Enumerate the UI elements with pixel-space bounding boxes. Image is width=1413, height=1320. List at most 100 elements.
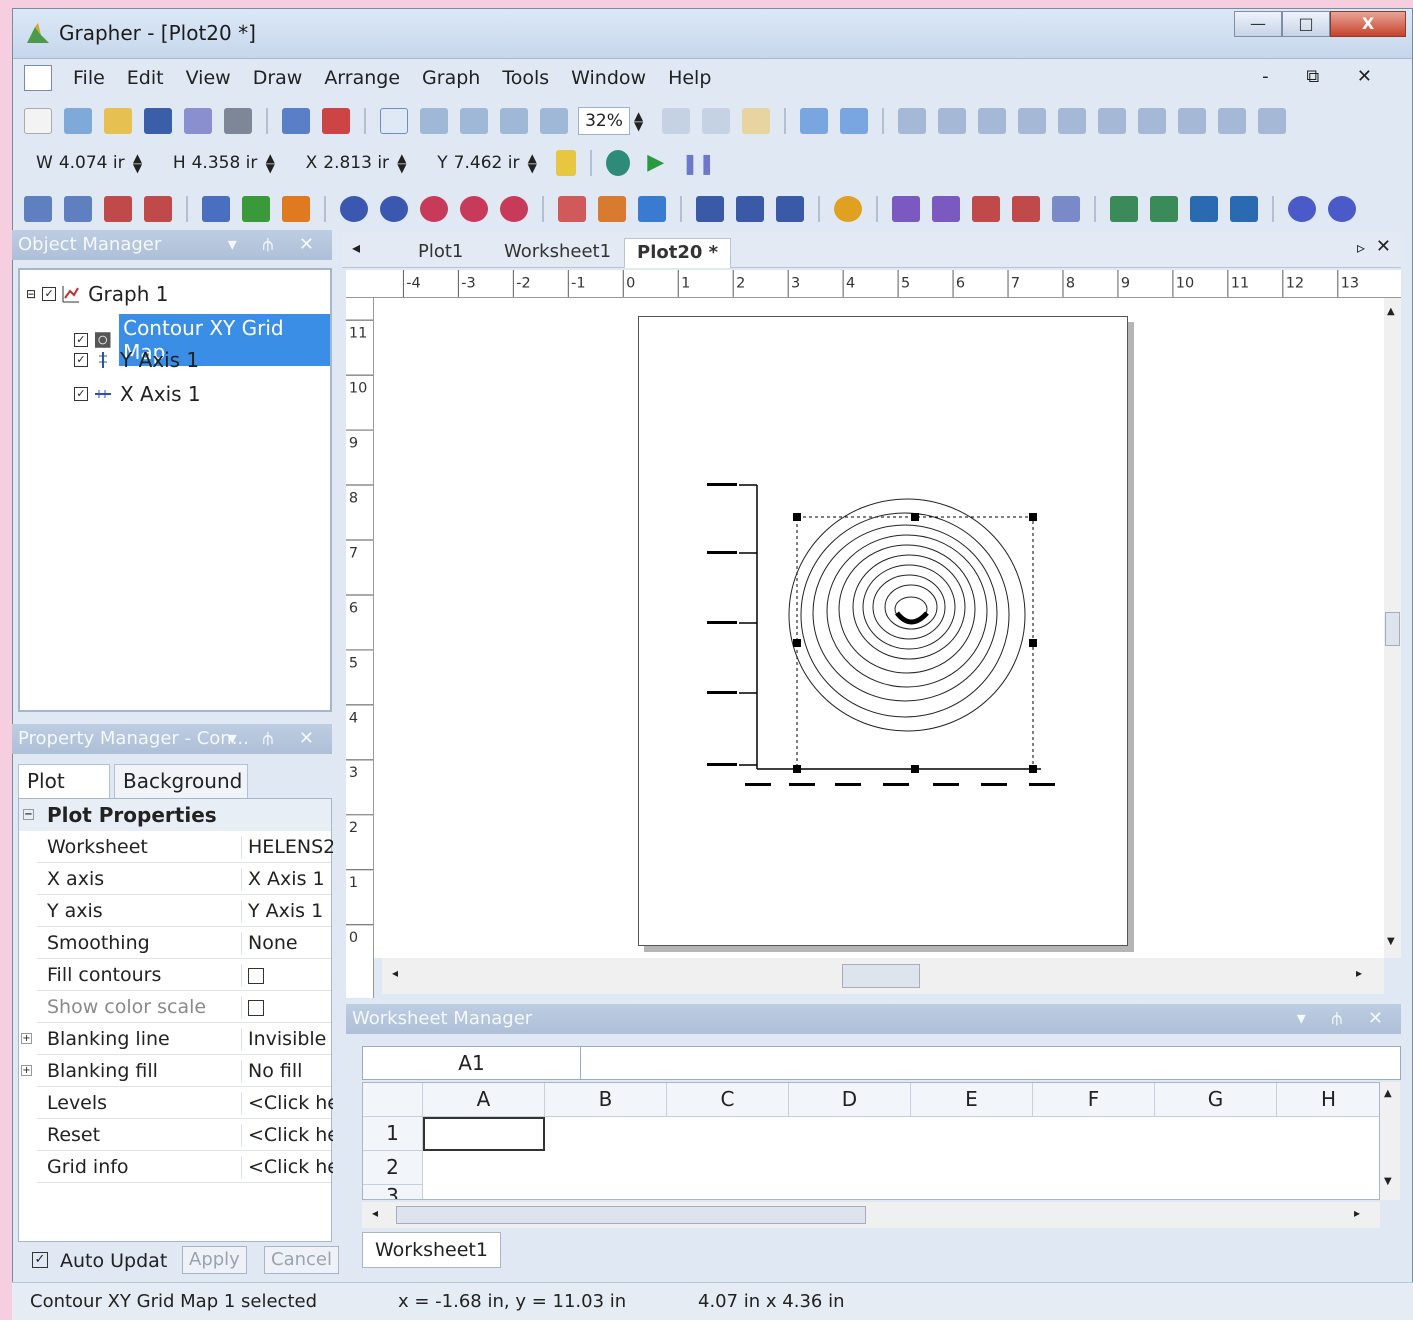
print-preview-icon[interactable]: [322, 108, 350, 134]
scroll-left-icon[interactable]: ◂: [392, 966, 398, 980]
3d-plot-icon[interactable]: [638, 196, 666, 222]
maximize-button[interactable]: □: [1282, 11, 1330, 37]
column-header[interactable]: B: [545, 1083, 667, 1117]
property-value[interactable]: <Click he: [241, 1124, 333, 1146]
property-row-smoothing[interactable]: Smoothing None: [37, 927, 331, 959]
minimize-button[interactable]: —: [1234, 11, 1282, 37]
text-tool-icon[interactable]: [898, 108, 926, 134]
property-row-x-axis[interactable]: X axis X Axis 1: [37, 863, 331, 895]
zoom-selection-icon[interactable]: [662, 108, 690, 134]
canvas-horizontal-scrollbar[interactable]: ◂ ▸: [382, 958, 1384, 994]
scroll-right-icon[interactable]: ▸: [1356, 966, 1362, 980]
class-plot-icon[interactable]: [1012, 196, 1040, 222]
column-header[interactable]: E: [911, 1083, 1033, 1117]
property-value[interactable]: HELENS2: [241, 836, 333, 858]
polyline-tool-icon[interactable]: [1178, 108, 1206, 134]
show-color-scale-checkbox[interactable]: [248, 999, 264, 1016]
document-menu-icon[interactable]: [24, 65, 52, 91]
save-icon[interactable]: [144, 108, 172, 134]
property-value[interactable]: None: [241, 932, 333, 954]
property-manager-header[interactable]: Property Manager - Con... ▾ ⫛ ✕: [12, 724, 332, 754]
checkbox-checked-icon[interactable]: ✓: [42, 287, 57, 301]
property-value[interactable]: <Click he: [241, 1092, 333, 1114]
property-value[interactable]: [241, 996, 333, 1018]
box-plot-icon[interactable]: [696, 196, 724, 222]
object-manager-header[interactable]: Object Manager ▾ ⫛ ✕: [12, 230, 332, 260]
zoom-level-field[interactable]: 32%: [578, 107, 630, 135]
menu-edit[interactable]: Edit: [116, 67, 175, 89]
export-icon[interactable]: [184, 108, 212, 134]
property-row-levels[interactable]: Levels <Click he: [37, 1087, 333, 1119]
column-header[interactable]: A: [423, 1083, 545, 1117]
grid-corner[interactable]: [363, 1083, 423, 1117]
row-header[interactable]: 3: [363, 1185, 423, 1199]
worksheet-manager-controls[interactable]: ▾ ⫛ ✕: [1297, 1004, 1393, 1034]
new-worksheet-icon[interactable]: [64, 108, 92, 134]
ternary-bubble-icon[interactable]: [598, 196, 626, 222]
add-fit-icon[interactable]: [1230, 196, 1258, 222]
mdi-window-controls[interactable]: - ⧉ ✕: [1262, 66, 1388, 87]
worksheet-manager-header[interactable]: Worksheet Manager ▾ ⫛ ✕: [346, 1004, 1401, 1034]
property-row-show-color-scale[interactable]: Show color scale: [37, 991, 331, 1023]
histogram-icon[interactable]: [282, 196, 310, 222]
collapse-icon[interactable]: −: [23, 809, 34, 820]
property-row-blanking-fill[interactable]: + Blanking fill No fill: [21, 1055, 331, 1087]
sheet-tab-worksheet1[interactable]: Worksheet1: [362, 1232, 501, 1268]
scroll-thumb[interactable]: [396, 1206, 866, 1224]
bar-chart-icon[interactable]: [202, 196, 230, 222]
row-header[interactable]: 2: [363, 1151, 423, 1185]
zoom-spinner-icon[interactable]: ▲ ▼: [634, 110, 650, 132]
ellipse-tool-icon[interactable]: [1138, 108, 1166, 134]
scroll-down-icon[interactable]: ▼: [1384, 1176, 1392, 1187]
menu-arrange[interactable]: Arrange: [313, 67, 411, 89]
property-row-blanking-line[interactable]: + Blanking line Invisible: [21, 1023, 331, 1055]
freehand-tool-icon[interactable]: [1218, 108, 1246, 134]
tree-item-y-axis[interactable]: ✓ Y Axis 1: [74, 348, 199, 372]
menu-graph[interactable]: Graph: [411, 67, 491, 89]
zoom-in-icon[interactable]: [420, 108, 448, 134]
column-header[interactable]: C: [667, 1083, 789, 1117]
height-field[interactable]: 4.358 ir: [192, 149, 266, 177]
property-manager-controls[interactable]: ▾ ⫛ ✕: [228, 724, 324, 754]
scroll-thumb[interactable]: [842, 964, 920, 988]
row-header[interactable]: 1: [363, 1117, 423, 1151]
worksheet-grid[interactable]: A B C D E F G H 1 2 3: [362, 1082, 1380, 1200]
menu-draw[interactable]: Draw: [242, 67, 314, 89]
column-header[interactable]: H: [1277, 1083, 1379, 1117]
column-header[interactable]: G: [1155, 1083, 1277, 1117]
pan-hand-icon[interactable]: [742, 108, 770, 134]
ternary-plot-icon[interactable]: [558, 196, 586, 222]
menu-window[interactable]: Window: [560, 67, 657, 89]
property-row-y-axis[interactable]: Y axis Y Axis 1: [37, 895, 331, 927]
checkbox-checked-icon[interactable]: ✓: [74, 353, 88, 367]
tree-item-graph[interactable]: ⊟ ✓ Graph 1: [26, 282, 169, 306]
zoom-page-icon[interactable]: [540, 108, 568, 134]
tab-plot20[interactable]: Plot20 *: [624, 238, 732, 268]
surface-icon[interactable]: [932, 196, 960, 222]
zoom-rect-icon[interactable]: [500, 108, 528, 134]
error-bar-icon[interactable]: [1052, 196, 1080, 222]
polar-plot-icon[interactable]: [340, 196, 368, 222]
symbol-tool-icon[interactable]: [1018, 108, 1046, 134]
polygon-tool-icon[interactable]: [938, 108, 966, 134]
auto-update-checkbox[interactable]: ✓: [32, 1252, 48, 1268]
tab-background[interactable]: Background: [114, 764, 248, 798]
menu-view[interactable]: View: [175, 67, 242, 89]
column-header[interactable]: D: [789, 1083, 911, 1117]
x-spinner-icon[interactable]: ▲ ▼: [397, 152, 413, 174]
graph-wizard-icon[interactable]: [1288, 196, 1316, 222]
scatter-plot-icon[interactable]: [64, 196, 92, 222]
print-icon[interactable]: [224, 108, 252, 134]
y-spinner-icon[interactable]: ▲ ▼: [528, 152, 544, 174]
property-value[interactable]: <Click he: [241, 1156, 333, 1178]
tab-worksheet1[interactable]: Worksheet1: [492, 238, 623, 268]
grid-vertical-scrollbar[interactable]: ▲ ▼: [1380, 1082, 1400, 1200]
rotate-icon[interactable]: [800, 108, 828, 134]
open-icon[interactable]: [104, 108, 132, 134]
menu-file[interactable]: File: [62, 67, 116, 89]
expand-icon[interactable]: +: [21, 1033, 32, 1044]
undo-icon[interactable]: [840, 108, 868, 134]
add-axis-icon[interactable]: [1110, 196, 1138, 222]
fill-contours-checkbox[interactable]: [248, 967, 264, 984]
close-button[interactable]: X: [1330, 11, 1406, 37]
